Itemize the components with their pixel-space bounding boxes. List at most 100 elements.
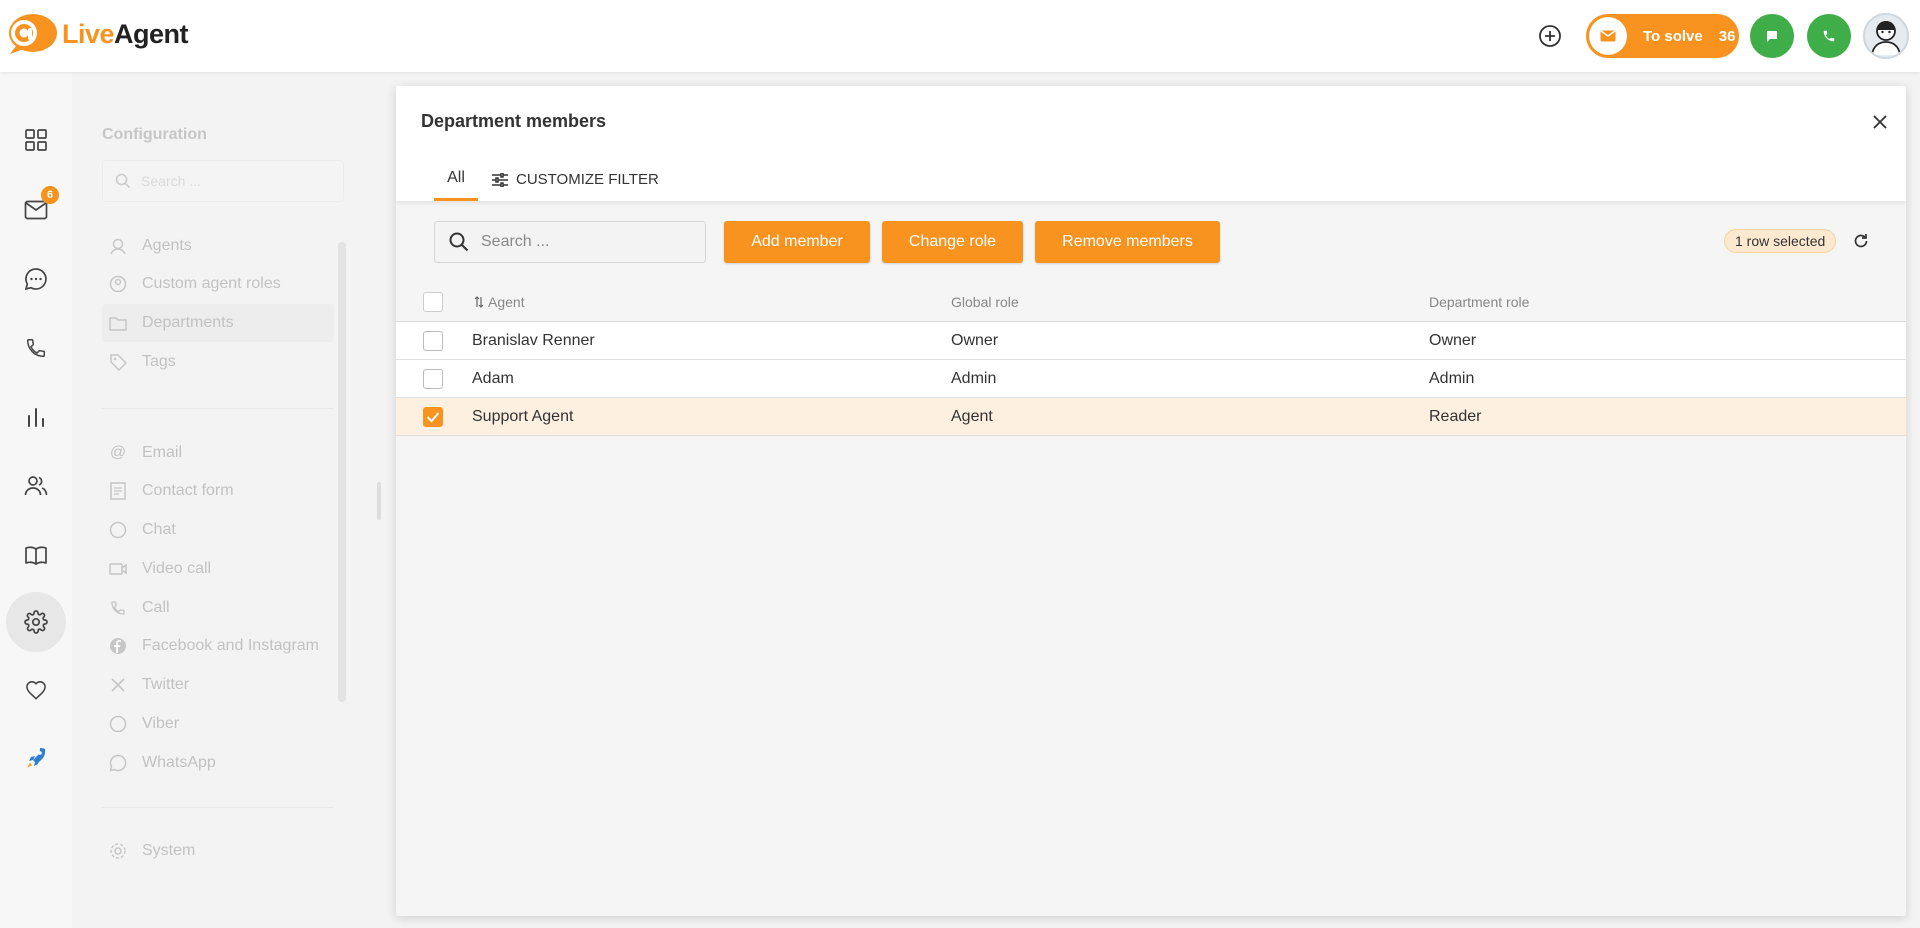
- config-item-chat[interactable]: Chat: [102, 511, 334, 549]
- config-item-contact-form[interactable]: Contact form: [102, 472, 334, 510]
- settings-icon: [24, 610, 48, 634]
- user-avatar[interactable]: [1863, 13, 1909, 59]
- config-scrollbar[interactable]: [338, 242, 346, 702]
- config-item-call[interactable]: Call: [102, 589, 334, 627]
- call-icon: [108, 598, 128, 618]
- top-bar: LiveAgent To solve 36: [0, 0, 1920, 72]
- agent-name: Adam: [472, 369, 514, 387]
- filter-bar: All CUSTOMIZE FILTER: [396, 158, 1906, 201]
- config-divider: [102, 408, 334, 409]
- plugins-nav-item[interactable]: [6, 660, 66, 720]
- config-item-email[interactable]: @ Email: [102, 434, 334, 472]
- chat-icon: [24, 268, 47, 291]
- x-twitter-icon: [108, 675, 128, 695]
- config-item-viber[interactable]: Viber: [102, 705, 334, 743]
- customize-filter-button[interactable]: CUSTOMIZE FILTER: [492, 158, 659, 201]
- rocket-icon: [27, 748, 46, 768]
- phone-icon: [27, 339, 45, 357]
- at-icon: @: [109, 444, 127, 461]
- config-item-custom-agent-roles[interactable]: Custom agent roles: [102, 265, 334, 303]
- knowledgebase-icon: [25, 546, 47, 565]
- config-search-input[interactable]: Search ...: [102, 160, 344, 202]
- reports-nav-item[interactable]: [6, 387, 66, 447]
- config-item-twitter[interactable]: Twitter: [102, 666, 334, 704]
- refresh-button[interactable]: [1852, 232, 1870, 250]
- select-all-checkbox[interactable]: [423, 292, 443, 312]
- calls-nav-item[interactable]: [6, 318, 66, 378]
- column-header-agent[interactable]: Agent: [474, 282, 525, 322]
- call-status-button[interactable]: [1807, 14, 1851, 58]
- config-item-system[interactable]: System: [102, 832, 334, 870]
- search-icon: [449, 232, 469, 252]
- chats-nav-item[interactable]: [6, 249, 66, 309]
- members-table: Agent Global role Department role Branis…: [396, 282, 1906, 436]
- config-divider: [102, 807, 334, 808]
- logo-text: LiveAgent: [62, 18, 189, 49]
- whatsapp-icon: [108, 753, 128, 773]
- close-icon: [1873, 115, 1887, 129]
- global-role: Agent: [951, 407, 993, 425]
- main-navigation-rail: 6: [0, 72, 72, 928]
- add-new-icon[interactable]: [1538, 24, 1562, 48]
- folder-icon: [108, 313, 128, 333]
- members-search-input[interactable]: [481, 233, 681, 251]
- phone-icon: [1823, 30, 1835, 42]
- dialog-title: Department members: [421, 111, 607, 131]
- reports-icon: [28, 408, 44, 427]
- dashboard-nav-item[interactable]: [6, 110, 66, 170]
- members-search-field[interactable]: [434, 221, 706, 263]
- table-row-selected[interactable]: Support Agent Agent Reader: [396, 398, 1906, 436]
- dashboard-icon: [25, 129, 47, 151]
- config-item-whatsapp[interactable]: WhatsApp: [102, 744, 334, 782]
- chat-status-button[interactable]: [1750, 14, 1794, 58]
- viber-icon: [108, 714, 128, 734]
- configuration-panel: Configuration Search ... Agents Custom a…: [76, 110, 352, 890]
- refresh-icon: [1854, 234, 1868, 248]
- rows-selected-badge: 1 row selected: [1724, 229, 1837, 253]
- inbox-badge: 6: [41, 186, 59, 204]
- tickets-nav-item[interactable]: 6: [6, 180, 66, 240]
- column-header-department-role[interactable]: Department role: [1429, 282, 1529, 322]
- search-icon: [115, 173, 131, 189]
- change-role-button[interactable]: Change role: [882, 221, 1023, 263]
- config-item-departments[interactable]: Departments: [102, 304, 334, 342]
- department-role: Reader: [1429, 407, 1482, 425]
- inbox-icon: [24, 200, 48, 220]
- tab-all[interactable]: All: [434, 158, 478, 201]
- table-header: Agent Global role Department role: [396, 282, 1906, 322]
- mail-icon: [1589, 17, 1627, 55]
- configuration-nav-item[interactable]: [6, 592, 66, 652]
- knowledgebase-nav-item[interactable]: [6, 525, 66, 585]
- global-role: Admin: [951, 369, 997, 387]
- row-checkbox[interactable]: [423, 331, 443, 351]
- remove-members-button[interactable]: Remove members: [1035, 221, 1220, 263]
- roles-icon: [108, 274, 128, 294]
- department-members-dialog: Department members All CUSTOMIZE FILTER …: [396, 86, 1906, 916]
- chat-icon: [108, 520, 128, 540]
- add-member-button[interactable]: Add member: [724, 221, 870, 263]
- filter-sliders-icon: [492, 172, 508, 187]
- column-header-global-role[interactable]: Global role: [951, 282, 1019, 322]
- config-item-video-call[interactable]: Video call: [102, 550, 334, 588]
- settings-icon: [108, 841, 128, 861]
- form-icon: [108, 481, 128, 501]
- contacts-nav-item[interactable]: [6, 456, 66, 516]
- table-row[interactable]: Adam Admin Admin: [396, 360, 1906, 398]
- row-checkbox-checked[interactable]: [423, 407, 443, 427]
- config-item-tags[interactable]: Tags: [102, 343, 334, 381]
- config-item-agents[interactable]: Agents: [102, 227, 334, 265]
- contacts-icon: [24, 476, 48, 496]
- global-role: Owner: [951, 331, 999, 349]
- close-dialog-button[interactable]: [1868, 110, 1892, 134]
- panel-resize-handle[interactable]: [377, 482, 381, 520]
- department-role: Owner: [1429, 331, 1477, 349]
- agent-name: Support Agent: [472, 407, 574, 425]
- liveagent-logo[interactable]: LiveAgent: [4, 12, 189, 56]
- config-item-facebook-instagram[interactable]: Facebook and Instagram: [102, 627, 334, 665]
- getting-started-nav-item[interactable]: [6, 728, 66, 788]
- row-checkbox[interactable]: [423, 369, 443, 389]
- dialog-header: Department members: [396, 86, 1906, 158]
- table-row[interactable]: Branislav Renner Owner Owner: [396, 322, 1906, 360]
- to-solve-button[interactable]: To solve 36: [1586, 14, 1739, 58]
- agent-name: Branislav Renner: [472, 331, 595, 349]
